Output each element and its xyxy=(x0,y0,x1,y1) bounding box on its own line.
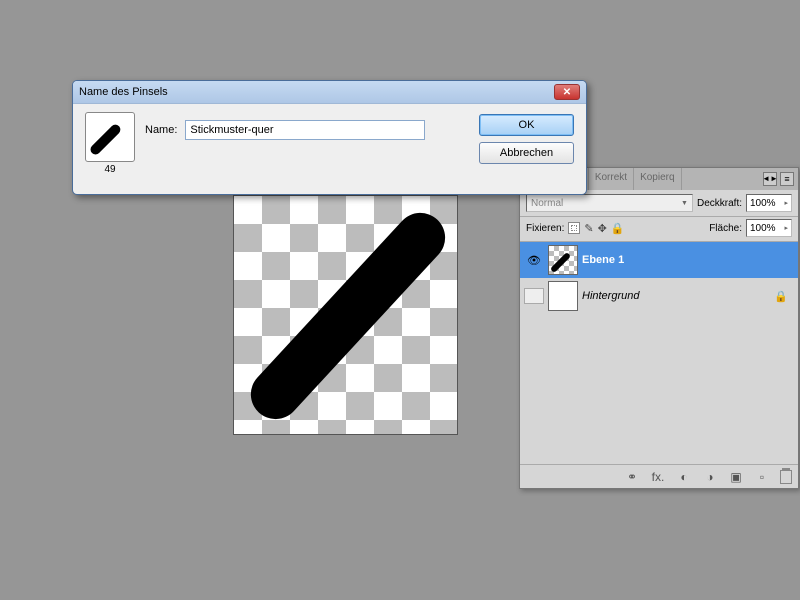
brush-name-dialog: Name des Pinsels ✕ 49 Name: OK Abbrechen xyxy=(72,80,587,195)
cancel-button[interactable]: Abbrechen xyxy=(479,142,574,164)
layer-name[interactable]: Ebene 1 xyxy=(582,254,794,266)
fill-value: 100% xyxy=(750,223,776,234)
fill-label: Fläche: xyxy=(709,223,742,234)
blend-mode-value: Normal xyxy=(531,198,563,209)
mask-icon[interactable]: ◐ xyxy=(676,470,692,484)
lock-icon: 🔒 xyxy=(774,290,788,303)
lock-all-icon[interactable]: 🔒 xyxy=(611,222,625,235)
lock-label: Fixieren: xyxy=(526,223,564,234)
panel-footer: ⚭ fx. ◐ ◑ ▣ ▫ xyxy=(520,464,798,488)
new-layer-icon[interactable]: ▫ xyxy=(754,470,770,484)
dialog-titlebar[interactable]: Name des Pinsels ✕ xyxy=(73,81,586,104)
brush-preview-thumb xyxy=(85,112,135,162)
name-label: Name: xyxy=(145,124,177,136)
close-button[interactable]: ✕ xyxy=(554,84,580,100)
document-canvas[interactable] xyxy=(233,195,458,435)
opacity-label: Deckkraft: xyxy=(697,198,742,209)
lock-transparency-icon[interactable] xyxy=(568,222,580,234)
fill-input[interactable]: 100% ▸ xyxy=(746,219,792,237)
lock-brush-icon[interactable]: ✎ xyxy=(584,222,593,235)
layer-thumbnail[interactable] xyxy=(548,281,578,311)
layers-panel: nen Pfade Korrekt Kopierq ◄► ≡ Normal ▼ … xyxy=(519,167,799,489)
layer-name[interactable]: Hintergrund xyxy=(582,290,770,302)
group-icon[interactable]: ▣ xyxy=(728,470,744,484)
chevron-icon: ◄► xyxy=(762,175,778,183)
link-icon[interactable]: ⚭ xyxy=(624,470,640,484)
adjustment-icon[interactable]: ◑ xyxy=(702,470,718,484)
layer-row[interactable]: 👁 Ebene 1 xyxy=(520,242,798,278)
ok-button[interactable]: OK xyxy=(479,114,574,136)
chevron-down-icon: ▼ xyxy=(681,200,688,207)
lock-move-icon[interactable]: ✥ xyxy=(598,222,607,235)
layer-list: 👁 Ebene 1 Hintergrund 🔒 xyxy=(520,242,798,464)
blend-mode-select[interactable]: Normal ▼ xyxy=(526,194,693,212)
menu-icon: ≡ xyxy=(784,174,789,184)
close-icon: ✕ xyxy=(563,87,571,98)
brush-size-label: 49 xyxy=(85,164,135,175)
brush-preview: 49 xyxy=(85,112,135,175)
dialog-title: Name des Pinsels xyxy=(79,86,554,98)
opacity-input[interactable]: 100% ▸ xyxy=(746,194,792,212)
visibility-toggle[interactable] xyxy=(524,288,544,304)
name-input[interactable] xyxy=(185,120,425,140)
fx-button[interactable]: fx. xyxy=(650,470,666,484)
tab-adjustments[interactable]: Korrekt xyxy=(589,168,634,190)
layer-thumbnail[interactable] xyxy=(548,245,578,275)
opacity-value: 100% xyxy=(750,198,776,209)
layer-row[interactable]: Hintergrund 🔒 xyxy=(520,278,798,314)
visibility-icon[interactable]: 👁 xyxy=(524,254,544,267)
panel-menu-toggle[interactable]: ◄► xyxy=(763,172,777,186)
trash-icon[interactable] xyxy=(780,470,792,484)
tab-clone[interactable]: Kopierq xyxy=(634,168,681,190)
chevron-down-icon: ▸ xyxy=(784,224,788,232)
panel-menu-button[interactable]: ≡ xyxy=(780,172,794,186)
chevron-down-icon: ▸ xyxy=(784,199,788,207)
